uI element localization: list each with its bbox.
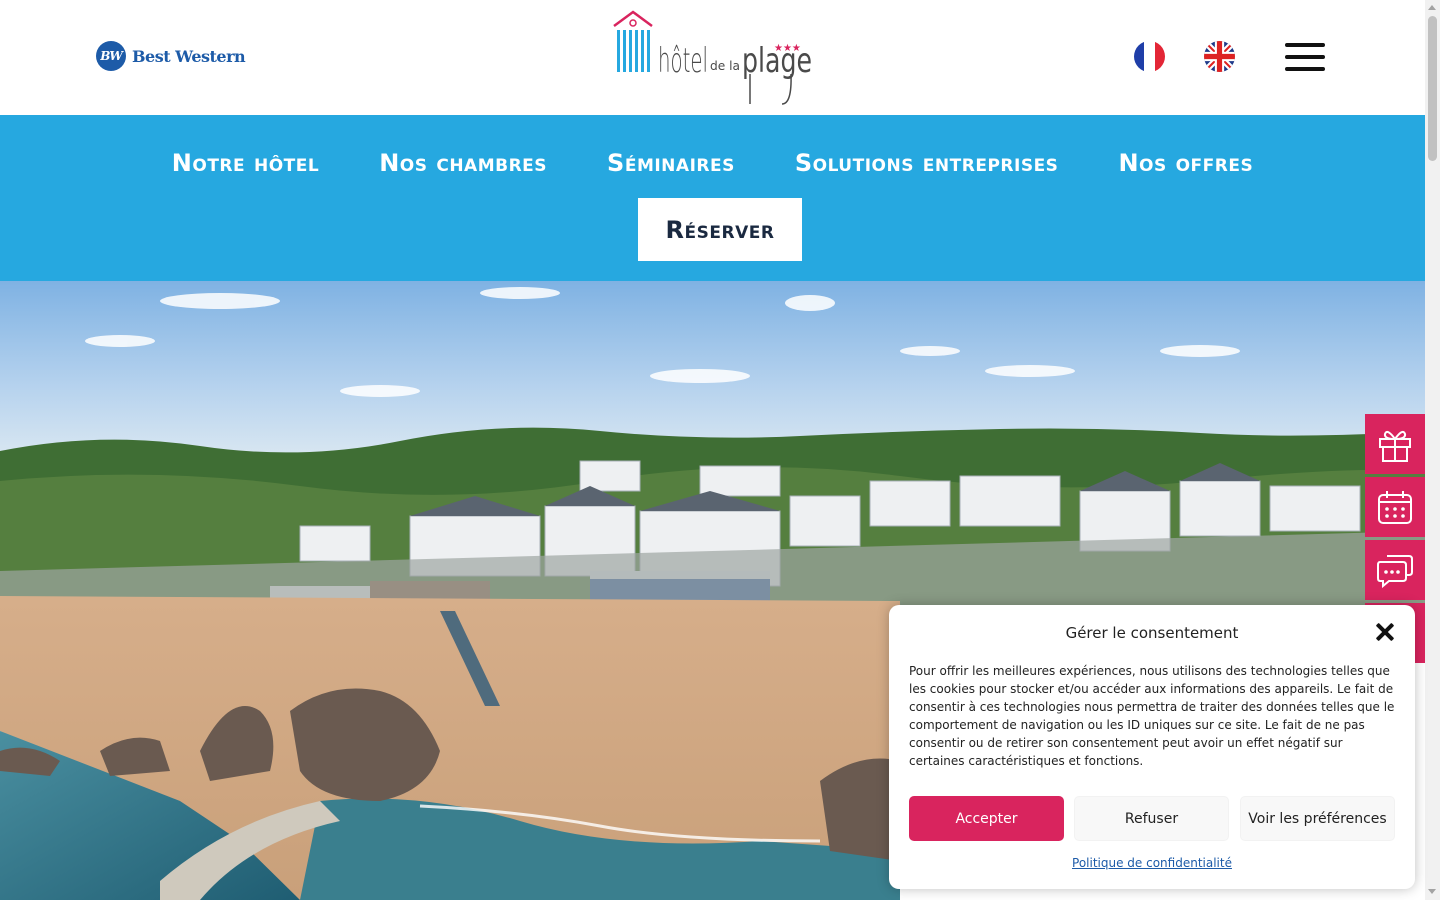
nav-item-seminaires[interactable]: Séminaires <box>607 149 735 177</box>
close-icon[interactable] <box>1375 622 1395 642</box>
beach-hut-icon <box>613 10 653 72</box>
hotel-de-la-plage-logo[interactable]: hôtel de la plage ★★★ <box>610 8 816 108</box>
bw-logo-text: Best Western <box>132 46 246 66</box>
logo-word-hotel: hôtel <box>658 41 708 81</box>
reserve-button[interactable]: Réserver <box>638 198 802 261</box>
bw-badge-icon: BW <box>96 41 126 71</box>
logo-stars: ★★★ <box>774 43 801 54</box>
privacy-policy-link[interactable]: Politique de confidentialité <box>889 856 1415 870</box>
consent-title: Gérer le consentement <box>1065 624 1239 642</box>
page-scrollbar[interactable] <box>1425 0 1440 900</box>
site-header: BW Best Western hôtel de la plage ★★★ <box>0 0 1425 115</box>
main-navigation: Notre hôtel Nos chambres Séminaires Solu… <box>0 115 1425 281</box>
nav-item-solutions-entreprises[interactable]: Solutions entreprises <box>795 149 1059 177</box>
gift-icon[interactable] <box>1365 414 1425 474</box>
scroll-up-arrow-icon[interactable] <box>1428 5 1436 10</box>
view-preferences-button[interactable]: Voir les préférences <box>1240 796 1395 841</box>
scrollbar-thumb[interactable] <box>1428 16 1437 161</box>
best-western-logo[interactable]: BW Best Western <box>96 41 246 71</box>
nav-item-nos-offres[interactable]: Nos offres <box>1118 149 1253 177</box>
calendar-icon[interactable] <box>1365 477 1425 537</box>
hamburger-menu-icon[interactable] <box>1285 42 1325 72</box>
uk-flag-icon[interactable] <box>1204 41 1235 72</box>
accept-button[interactable]: Accepter <box>909 796 1064 841</box>
refuse-button[interactable]: Refuser <box>1074 796 1229 841</box>
consent-description: Pour offrir les meilleures expériences, … <box>909 664 1395 768</box>
nav-item-notre-hotel[interactable]: Notre hôtel <box>172 149 319 177</box>
chat-icon[interactable] <box>1365 540 1425 600</box>
cookie-consent-dialog: Gérer le consentement Pour offrir les me… <box>889 605 1415 889</box>
nav-item-nos-chambres[interactable]: Nos chambres <box>379 149 547 177</box>
logo-word-dela: de la <box>710 59 740 73</box>
france-flag-icon[interactable] <box>1134 41 1165 72</box>
scroll-down-arrow-icon[interactable] <box>1428 889 1436 894</box>
